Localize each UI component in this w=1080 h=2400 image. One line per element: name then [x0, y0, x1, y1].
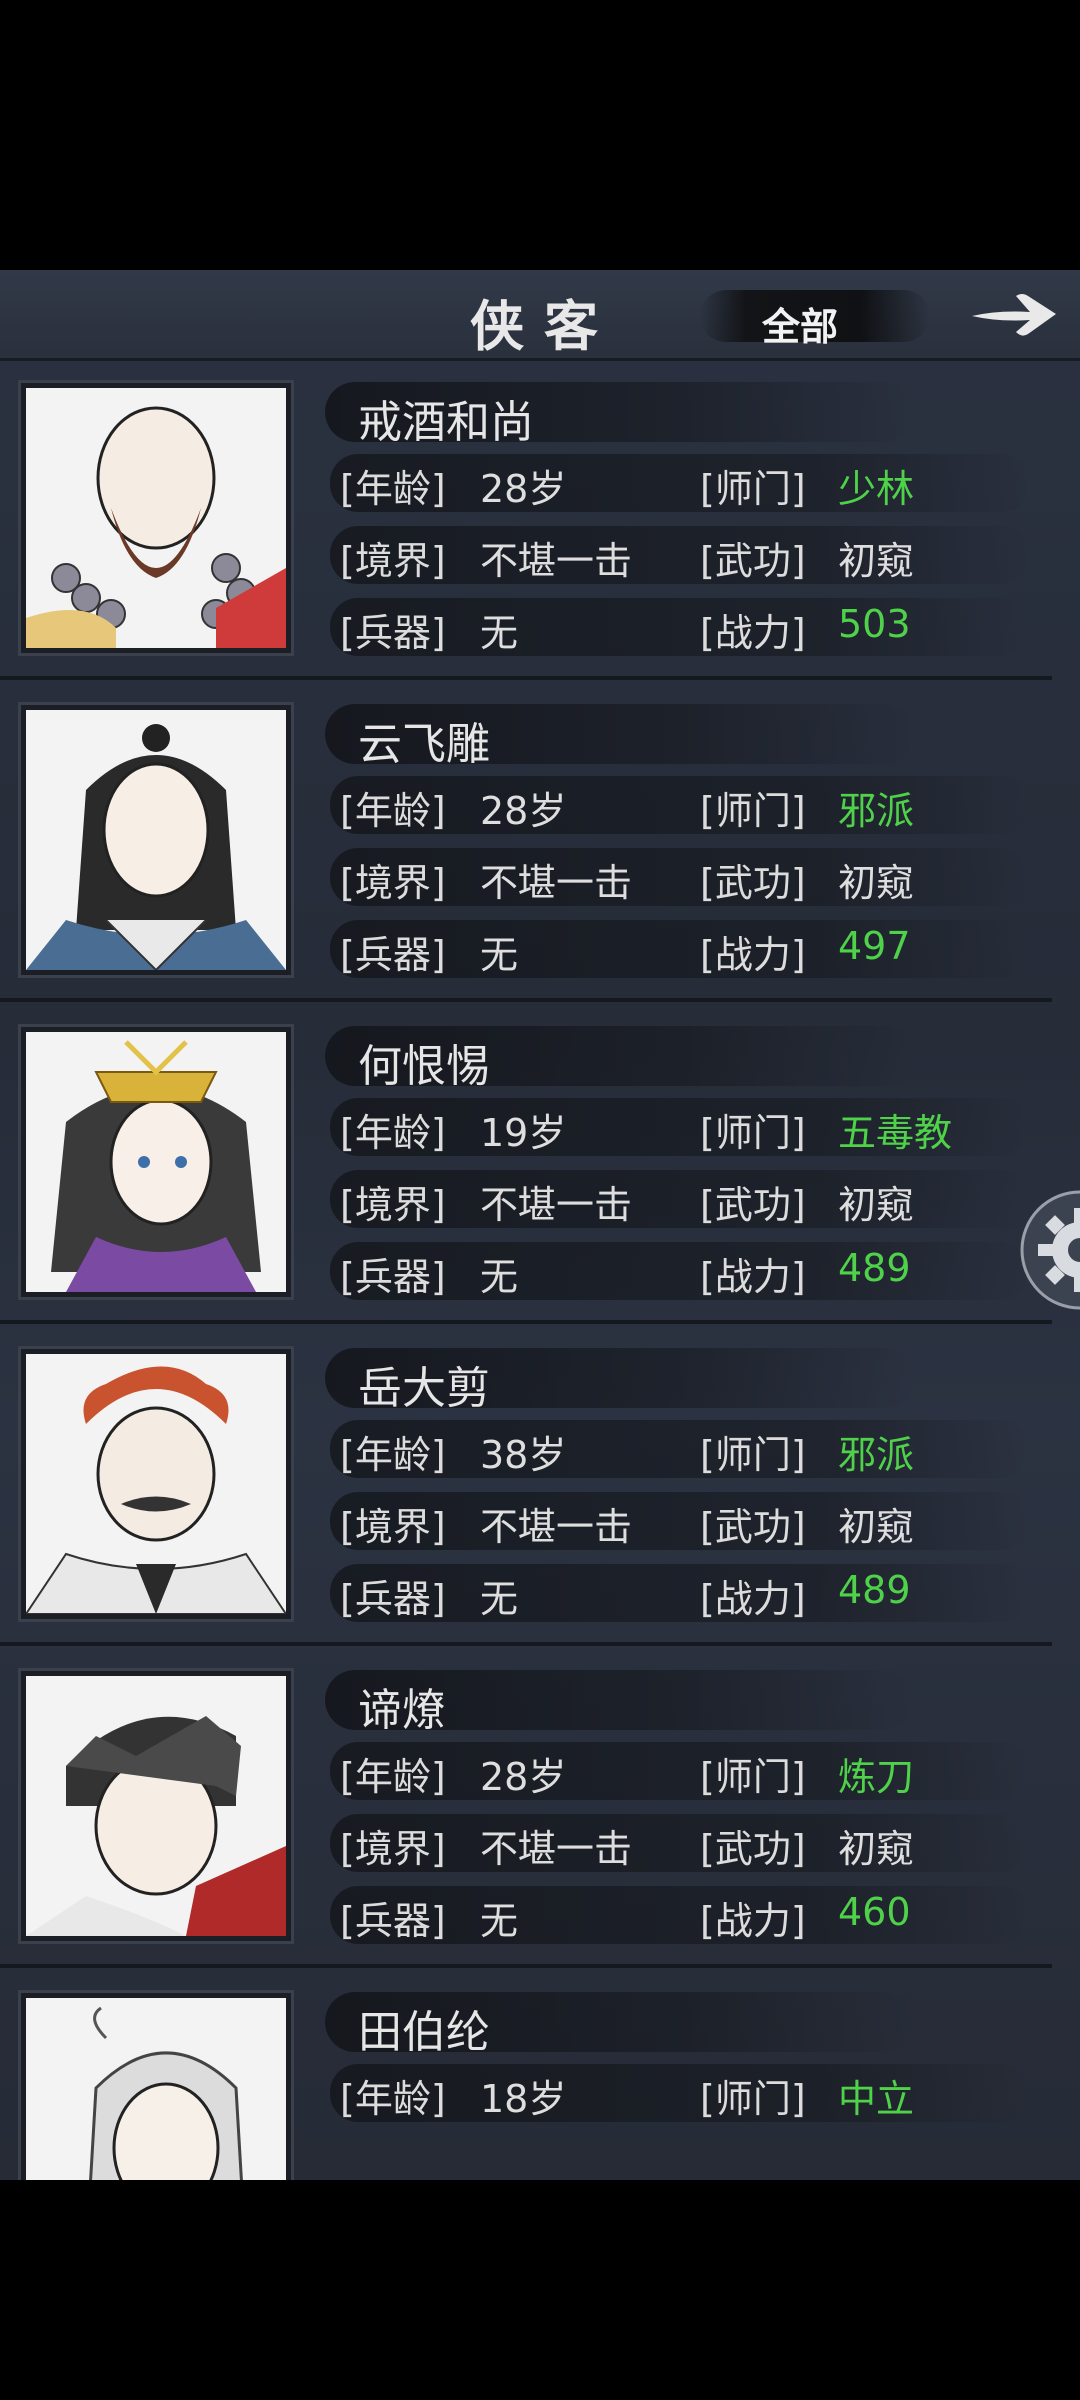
age-value: 28岁 — [480, 467, 567, 511]
sect-value: 中立 — [838, 2077, 915, 2121]
hero-portrait — [18, 702, 294, 978]
age-label: [年龄] — [340, 1755, 446, 1799]
gear-icon[interactable] — [1020, 1190, 1080, 1310]
sect-label: [师门] — [700, 789, 806, 833]
page-title: 侠客 — [470, 294, 618, 358]
skill-label: [武功] — [700, 539, 806, 583]
weapon-value: 无 — [480, 1577, 519, 1621]
skill-value: 初窥 — [838, 539, 915, 583]
power-value: 489 — [838, 1246, 911, 1290]
hero-portrait — [18, 1024, 294, 1300]
sect-value: 邪派 — [838, 789, 915, 833]
power-value: 503 — [838, 602, 911, 646]
weapon-value: 无 — [480, 611, 519, 655]
card-divider — [0, 1642, 1052, 1646]
sect-value: 炼刀 — [838, 1755, 915, 1799]
sect-label: [师门] — [700, 1755, 806, 1799]
hero-name: 岳大剪 — [358, 1363, 490, 1414]
card-divider — [0, 998, 1052, 1002]
weapon-label: [兵器] — [340, 933, 446, 977]
hero-portrait — [18, 1990, 294, 2180]
hero-portrait — [18, 1668, 294, 1944]
weapon-value: 无 — [480, 1899, 519, 1943]
realm-label: [境界] — [340, 861, 446, 905]
hero-name: 谛燎 — [358, 1685, 446, 1736]
hero-portrait — [18, 380, 294, 656]
sect-label: [师门] — [700, 1111, 806, 1155]
hero-card[interactable]: 岳大剪 [年龄] 38岁 [境界] 不堪一击 [兵器] 无 [师门] 邪派 [武… — [0, 1328, 1052, 1646]
age-value: 28岁 — [480, 1755, 567, 1799]
power-value: 460 — [838, 1890, 911, 1934]
sect-value: 五毒教 — [838, 1111, 953, 1155]
skill-value: 初窥 — [838, 861, 915, 905]
hero-name: 田伯纶 — [358, 2007, 490, 2058]
age-value: 19岁 — [480, 1111, 567, 1155]
weapon-value: 无 — [480, 933, 519, 977]
realm-value: 不堪一击 — [480, 539, 633, 583]
realm-label: [境界] — [340, 539, 446, 583]
age-label: [年龄] — [340, 1433, 446, 1477]
arrow-right-icon[interactable] — [968, 284, 1060, 344]
age-label: [年龄] — [340, 2077, 446, 2121]
skill-label: [武功] — [700, 1505, 806, 1549]
skill-label: [武功] — [700, 1183, 806, 1227]
weapon-value: 无 — [480, 1255, 519, 1299]
game-screen: 侠客 全部 戒酒和尚 [年龄] 28岁 [境界] 不堪一击 [兵器] 无 [师门… — [0, 270, 1080, 2180]
hero-card[interactable]: 田伯纶 [年龄] 18岁 [师门] 中立 — [0, 1972, 1050, 2180]
sect-value: 邪派 — [838, 1433, 915, 1477]
hero-card[interactable]: 何恨惕 [年龄] 19岁 [境界] 不堪一击 [兵器] 无 [师门] 五毒教 [… — [0, 1006, 1052, 1324]
age-value: 38岁 — [480, 1433, 567, 1477]
age-label: [年龄] — [340, 789, 446, 833]
skill-value: 初窥 — [838, 1183, 915, 1227]
hero-card[interactable]: 云飞雕 [年龄] 28岁 [境界] 不堪一击 [兵器] 无 [师门] 邪派 [武… — [0, 684, 1052, 1002]
realm-value: 不堪一击 — [480, 861, 633, 905]
age-value: 18岁 — [480, 2077, 567, 2121]
hero-card[interactable]: 谛燎 [年龄] 28岁 [境界] 不堪一击 [兵器] 无 [师门] 炼刀 [武功… — [0, 1650, 1052, 1968]
weapon-label: [兵器] — [340, 1899, 446, 1943]
hero-card[interactable]: 戒酒和尚 [年龄] 28岁 [境界] 不堪一击 [兵器] 无 [师门] 少林 [… — [0, 362, 1052, 680]
skill-value: 初窥 — [838, 1505, 915, 1549]
sect-value: 少林 — [838, 467, 915, 511]
power-value: 489 — [838, 1568, 911, 1612]
weapon-label: [兵器] — [340, 1577, 446, 1621]
power-label: [战力] — [700, 1899, 806, 1943]
filter-button[interactable]: 全部 — [700, 290, 930, 349]
skill-value: 初窥 — [838, 1827, 915, 1871]
realm-value: 不堪一击 — [480, 1505, 633, 1549]
weapon-label: [兵器] — [340, 611, 446, 655]
realm-value: 不堪一击 — [480, 1183, 633, 1227]
sect-label: [师门] — [700, 2077, 806, 2121]
card-divider — [0, 676, 1052, 680]
sect-label: [师门] — [700, 1433, 806, 1477]
header-bar: 侠客 全部 — [0, 270, 1080, 361]
realm-label: [境界] — [340, 1505, 446, 1549]
power-label: [战力] — [700, 611, 806, 655]
power-label: [战力] — [700, 1577, 806, 1621]
realm-label: [境界] — [340, 1183, 446, 1227]
age-label: [年龄] — [340, 467, 446, 511]
weapon-label: [兵器] — [340, 1255, 446, 1299]
sect-label: [师门] — [700, 467, 806, 511]
skill-label: [武功] — [700, 861, 806, 905]
card-divider — [0, 1320, 1052, 1324]
age-label: [年龄] — [340, 1111, 446, 1155]
power-label: [战力] — [700, 1255, 806, 1299]
age-value: 28岁 — [480, 789, 567, 833]
realm-value: 不堪一击 — [480, 1827, 633, 1871]
realm-label: [境界] — [340, 1827, 446, 1871]
hero-portrait — [18, 1346, 294, 1622]
power-value: 497 — [838, 924, 911, 968]
card-divider — [0, 1964, 1052, 1968]
hero-name: 戒酒和尚 — [358, 397, 534, 448]
skill-label: [武功] — [700, 1827, 806, 1871]
power-label: [战力] — [700, 933, 806, 977]
hero-name: 何恨惕 — [358, 1041, 490, 1092]
hero-name: 云飞雕 — [358, 719, 490, 770]
filter-label: 全部 — [762, 305, 839, 349]
